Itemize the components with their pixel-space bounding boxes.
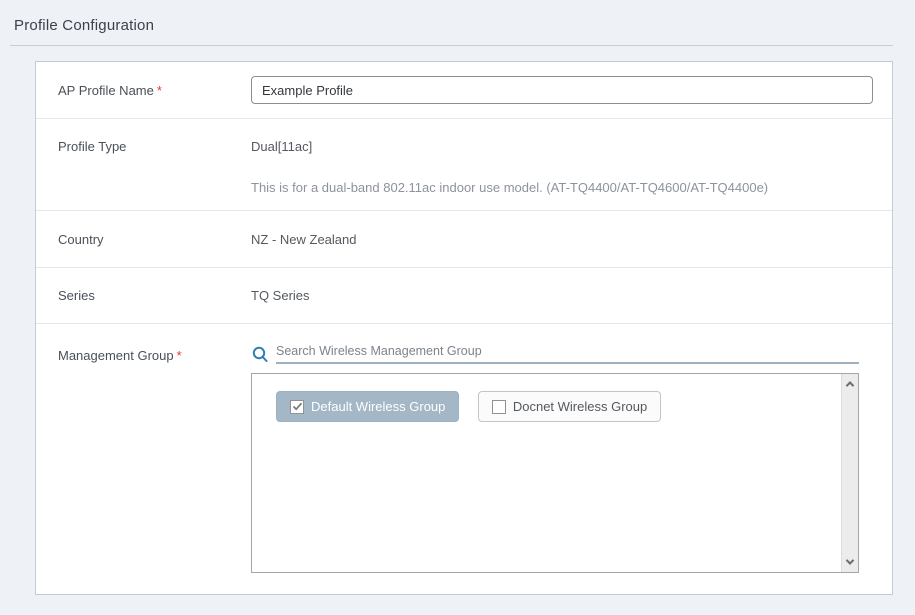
profile-type-label: Profile Type bbox=[36, 119, 251, 154]
row-management-group: Management Group* bbox=[36, 323, 892, 594]
management-group-listbox: Default Wireless Group Docnet Wireless G… bbox=[251, 373, 859, 573]
title-divider bbox=[10, 45, 893, 46]
profile-configuration-panel: AP Profile Name* Profile Type Dual[11ac]… bbox=[35, 61, 893, 595]
series-label: Series bbox=[36, 288, 251, 303]
row-country: Country NZ - New Zealand bbox=[36, 210, 892, 267]
country-value: NZ - New Zealand bbox=[251, 232, 356, 247]
series-value: TQ Series bbox=[251, 288, 310, 303]
group-option-docnet-wireless[interactable]: Docnet Wireless Group bbox=[478, 391, 661, 422]
group-option-default-wireless[interactable]: Default Wireless Group bbox=[276, 391, 459, 422]
page-title: Profile Configuration bbox=[0, 0, 915, 34]
checkbox-unchecked-icon[interactable] bbox=[492, 400, 506, 414]
scroll-down-icon[interactable] bbox=[842, 554, 858, 570]
row-ap-profile-name: AP Profile Name* bbox=[36, 62, 892, 118]
checkbox-checked-icon[interactable] bbox=[290, 400, 304, 414]
row-series: Series TQ Series bbox=[36, 267, 892, 323]
scroll-up-icon[interactable] bbox=[842, 376, 858, 392]
country-label: Country bbox=[36, 232, 251, 247]
management-group-search bbox=[251, 342, 859, 364]
row-profile-type: Profile Type Dual[11ac] This is for a du… bbox=[36, 118, 892, 210]
required-asterisk: * bbox=[157, 83, 162, 98]
group-list: Default Wireless Group Docnet Wireless G… bbox=[252, 374, 841, 572]
listbox-scrollbar[interactable] bbox=[841, 374, 858, 572]
search-input[interactable] bbox=[276, 342, 859, 364]
search-icon bbox=[251, 344, 269, 364]
profile-type-value: Dual[11ac] bbox=[251, 119, 768, 154]
management-group-label: Management Group* bbox=[36, 324, 251, 363]
ap-profile-name-input[interactable] bbox=[251, 76, 873, 104]
required-asterisk: * bbox=[177, 348, 182, 363]
ap-profile-name-label: AP Profile Name* bbox=[36, 83, 251, 98]
profile-type-description: This is for a dual-band 802.11ac indoor … bbox=[251, 180, 768, 195]
